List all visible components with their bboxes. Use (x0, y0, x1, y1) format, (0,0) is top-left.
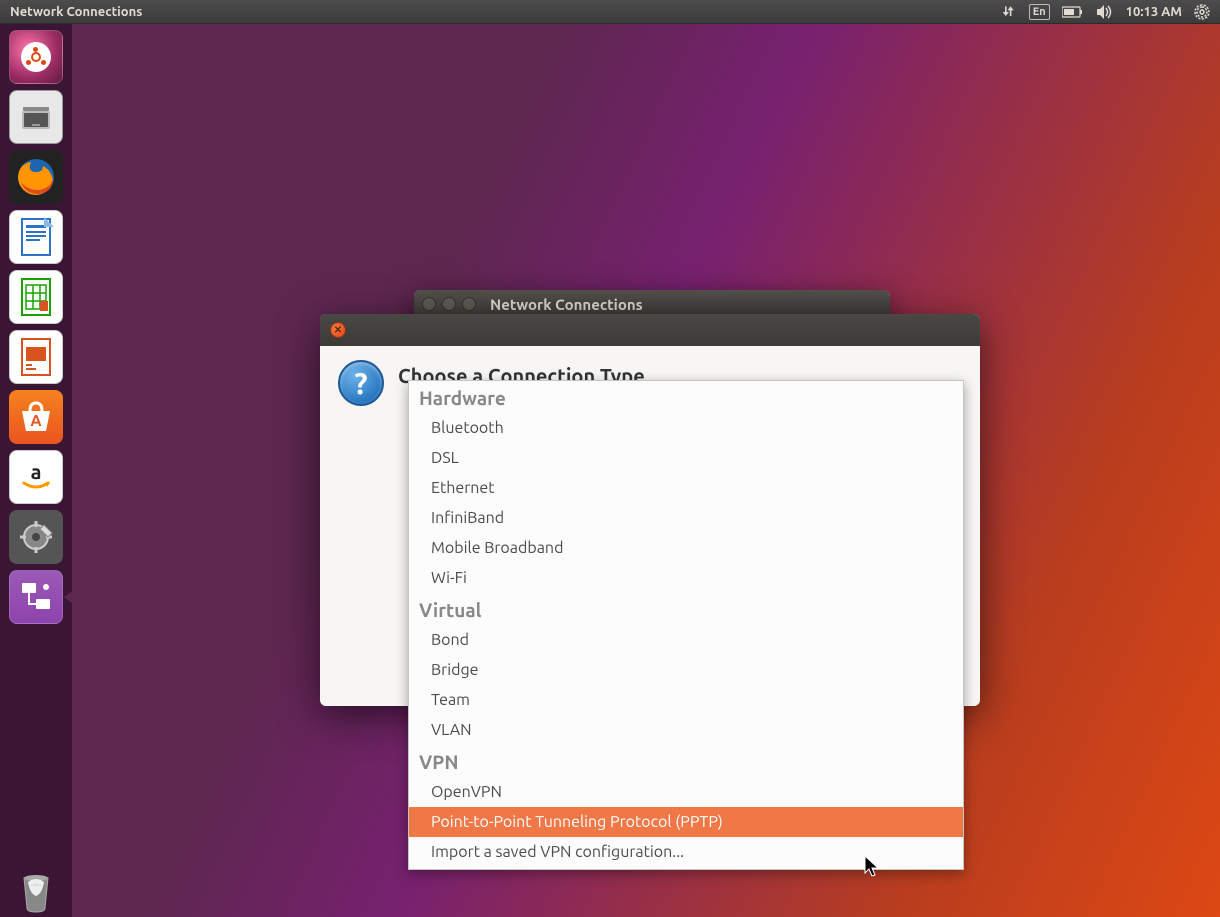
dropdown-item-wifi[interactable]: Wi-Fi (409, 563, 963, 593)
dropdown-item-mobile-broadband[interactable]: Mobile Broadband (409, 533, 963, 563)
system-gear-icon[interactable] (1194, 4, 1210, 20)
active-window-title: Network Connections (6, 5, 1001, 19)
window-maximize-icon[interactable] (462, 297, 476, 311)
window-close-icon[interactable] (422, 297, 436, 311)
unity-launcher: A a (0, 24, 72, 917)
keyboard-language-indicator[interactable]: En (1029, 4, 1050, 20)
battery-indicator-icon[interactable] (1062, 6, 1084, 18)
dropdown-group-hardware: Hardware (409, 381, 963, 413)
dropdown-item-pptp[interactable]: Point-to-Point Tunneling Protocol (PPTP) (409, 807, 963, 837)
dropdown-item-vlan[interactable]: VLAN (409, 715, 963, 745)
dropdown-item-bond[interactable]: Bond (409, 625, 963, 655)
dialog-titlebar: ✕ (320, 314, 980, 346)
launcher-dash[interactable] (9, 30, 63, 84)
window-minimize-icon[interactable] (442, 297, 456, 311)
dropdown-group-virtual: Virtual (409, 593, 963, 625)
launcher-impress[interactable] (9, 330, 63, 384)
dropdown-item-infiniband[interactable]: InfiniBand (409, 503, 963, 533)
svg-text:a: a (31, 460, 42, 483)
launcher-amazon[interactable]: a (9, 450, 63, 504)
dialog-close-button[interactable]: ✕ (330, 322, 346, 338)
launcher-trash[interactable] (9, 863, 63, 917)
dropdown-group-vpn: VPN (409, 745, 963, 777)
dropdown-item-team[interactable]: Team (409, 685, 963, 715)
volume-indicator-icon[interactable] (1096, 4, 1114, 20)
dropdown-item-ethernet[interactable]: Ethernet (409, 473, 963, 503)
launcher-writer[interactable] (9, 210, 63, 264)
clock[interactable]: 10:13 AM (1126, 5, 1182, 19)
network-indicator-icon[interactable] (1001, 4, 1017, 20)
launcher-network-connections[interactable] (9, 570, 63, 624)
connection-type-dropdown: Hardware Bluetooth DSL Ethernet InfiniBa… (408, 380, 964, 870)
launcher-firefox[interactable] (9, 150, 63, 204)
svg-text:A: A (30, 412, 42, 430)
launcher-calc[interactable] (9, 270, 63, 324)
dropdown-item-bridge[interactable]: Bridge (409, 655, 963, 685)
dropdown-item-openvpn[interactable]: OpenVPN (409, 777, 963, 807)
dropdown-item-bluetooth[interactable]: Bluetooth (409, 413, 963, 443)
launcher-files[interactable] (9, 90, 63, 144)
launcher-settings[interactable] (9, 510, 63, 564)
question-mark-icon: ? (338, 360, 384, 406)
launcher-software[interactable]: A (9, 390, 63, 444)
dropdown-item-dsl[interactable]: DSL (409, 443, 963, 473)
top-menu-bar: Network Connections En 10:13 AM (0, 0, 1220, 24)
window-title: Network Connections (490, 296, 643, 313)
dropdown-item-import-vpn[interactable]: Import a saved VPN configuration... (409, 837, 963, 867)
